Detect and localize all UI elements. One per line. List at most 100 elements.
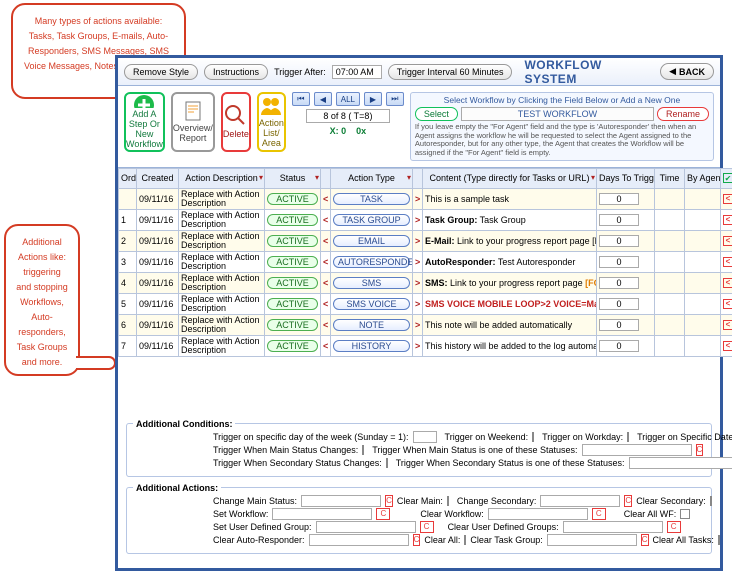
next-type-icon[interactable]: > xyxy=(413,293,423,314)
cell-content[interactable]: SMS: Link to your progress report page [… xyxy=(423,272,597,293)
nav-last-icon[interactable]: ⏭ xyxy=(386,92,404,106)
rename-button[interactable]: Rename xyxy=(657,107,709,121)
clear-all-wf-checkbox[interactable] xyxy=(680,509,690,519)
cell-desc[interactable]: Replace with Action Description xyxy=(179,209,265,230)
cell-days[interactable] xyxy=(597,335,655,356)
clear-icon[interactable]: C xyxy=(385,495,393,507)
cell-agent[interactable] xyxy=(685,209,721,230)
prev-type-icon[interactable]: < xyxy=(321,251,331,272)
next-type-icon[interactable]: > xyxy=(413,272,423,293)
overview-button[interactable]: Overview/ Report xyxy=(171,92,215,152)
left-icon[interactable]: < xyxy=(723,278,732,288)
left-icon[interactable]: < xyxy=(723,194,732,204)
cell-agent[interactable] xyxy=(685,188,721,209)
add-step-button[interactable]: Add A Step Or New Workflow xyxy=(124,92,165,152)
left-icon[interactable]: < xyxy=(723,341,732,351)
trigger-after-input[interactable] xyxy=(332,65,382,79)
cell-time[interactable] xyxy=(655,272,685,293)
th-agent[interactable]: By Agent xyxy=(685,168,721,188)
cell-days[interactable] xyxy=(597,272,655,293)
cell-desc[interactable]: Replace with Action Description xyxy=(179,230,265,251)
cell-content[interactable]: This is a sample task xyxy=(423,188,597,209)
nav-all-button[interactable]: ALL xyxy=(336,92,360,106)
cell-type[interactable]: SMS VOICE xyxy=(331,293,413,314)
table-row[interactable]: 609/11/16Replace with Action Description… xyxy=(119,314,732,335)
days-input[interactable] xyxy=(599,340,639,352)
cell-desc[interactable]: Replace with Action Description xyxy=(179,293,265,314)
cell-desc[interactable]: Replace with Action Description xyxy=(179,188,265,209)
cell-days[interactable] xyxy=(597,314,655,335)
cell-agent[interactable] xyxy=(685,293,721,314)
th-ord[interactable]: Ord xyxy=(119,168,137,188)
table-row[interactable]: 109/11/16Replace with Action Description… xyxy=(119,209,732,230)
prev-type-icon[interactable]: < xyxy=(321,209,331,230)
clear-all-tasks-checkbox[interactable] xyxy=(718,535,720,545)
clear-ar-input[interactable] xyxy=(309,534,409,546)
sec-status-input[interactable] xyxy=(629,457,732,469)
action-list-button[interactable]: Action List/ Area xyxy=(257,92,286,152)
left-icon[interactable]: < xyxy=(723,236,732,246)
cell-content[interactable]: This history will be added to the log au… xyxy=(423,335,597,356)
cell-days[interactable] xyxy=(597,293,655,314)
next-type-icon[interactable]: > xyxy=(413,209,423,230)
cell-agent[interactable] xyxy=(685,251,721,272)
days-input[interactable] xyxy=(599,256,639,268)
cell-desc[interactable]: Replace with Action Description xyxy=(179,314,265,335)
change-main-input[interactable] xyxy=(301,495,381,507)
cell-days[interactable] xyxy=(597,251,655,272)
remove-style-button[interactable]: Remove Style xyxy=(124,64,198,80)
cell-time[interactable] xyxy=(655,335,685,356)
cell-time[interactable] xyxy=(655,314,685,335)
cell-days[interactable] xyxy=(597,209,655,230)
nav-counter[interactable] xyxy=(306,109,390,123)
clear-icon[interactable]: C xyxy=(641,534,649,546)
prev-type-icon[interactable]: < xyxy=(321,230,331,251)
cell-time[interactable] xyxy=(655,251,685,272)
clear-icon[interactable]: C xyxy=(592,508,606,520)
select-button[interactable]: Select xyxy=(415,107,458,121)
back-button[interactable]: ◀ BACK xyxy=(660,63,714,80)
cell-agent[interactable] xyxy=(685,335,721,356)
next-type-icon[interactable]: > xyxy=(413,251,423,272)
table-row[interactable]: 509/11/16Replace with Action Description… xyxy=(119,293,732,314)
cell-type[interactable]: SMS xyxy=(331,272,413,293)
workflow-name-input[interactable] xyxy=(461,107,654,121)
cell-content[interactable]: Task Group: Task Group xyxy=(423,209,597,230)
cell-status[interactable]: ACTIVE xyxy=(265,188,321,209)
left-icon[interactable]: < xyxy=(723,215,732,225)
cell-type[interactable]: AUTORESPONDER xyxy=(331,251,413,272)
clear-icon[interactable]: C xyxy=(420,521,434,533)
workday-checkbox[interactable] xyxy=(627,432,629,442)
cell-time[interactable] xyxy=(655,209,685,230)
set-wf-input[interactable] xyxy=(272,508,372,520)
cell-type[interactable]: TASK xyxy=(331,188,413,209)
th-content[interactable]: Content (Type directly for Tasks or URL)… xyxy=(423,168,597,188)
clear-icon[interactable]: C xyxy=(696,444,704,456)
cell-content[interactable]: AutoResponder: Test Autoresponder xyxy=(423,251,597,272)
cell-desc[interactable]: Replace with Action Description xyxy=(179,272,265,293)
left-icon[interactable]: < xyxy=(723,299,732,309)
cell-desc[interactable]: Replace with Action Description xyxy=(179,251,265,272)
left-icon[interactable]: < xyxy=(723,257,732,267)
next-type-icon[interactable]: > xyxy=(413,188,423,209)
cell-status[interactable]: ACTIVE xyxy=(265,293,321,314)
prev-type-icon[interactable]: < xyxy=(321,272,331,293)
clear-icon[interactable]: C xyxy=(413,534,421,546)
cell-agent[interactable] xyxy=(685,314,721,335)
th-days[interactable]: Days To Trigger xyxy=(597,168,655,188)
clear-group-input[interactable] xyxy=(563,521,663,533)
th-type[interactable]: Action Type▾ xyxy=(331,168,413,188)
cell-type[interactable]: HISTORY xyxy=(331,335,413,356)
clear-icon[interactable]: C xyxy=(624,495,632,507)
prev-type-icon[interactable]: < xyxy=(321,188,331,209)
nav-prev-icon[interactable]: ◀ xyxy=(314,92,332,106)
nav-next-icon[interactable]: ▶ xyxy=(364,92,382,106)
cell-desc[interactable]: Replace with Action Description xyxy=(179,335,265,356)
cell-agent[interactable] xyxy=(685,272,721,293)
th-status[interactable]: Status▾ xyxy=(265,168,321,188)
clear-ar-all-checkbox[interactable] xyxy=(464,535,466,545)
cell-status[interactable]: ACTIVE xyxy=(265,251,321,272)
cell-content[interactable]: E-Mail: Link to your progress report pag… xyxy=(423,230,597,251)
prev-type-icon[interactable]: < xyxy=(321,335,331,356)
cell-status[interactable]: ACTIVE xyxy=(265,314,321,335)
